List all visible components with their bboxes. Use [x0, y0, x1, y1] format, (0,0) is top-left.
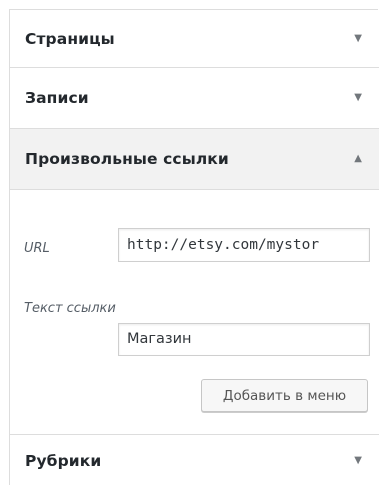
accordion-section-categories[interactable]: Рубрики ▼ [10, 434, 379, 485]
menu-items-accordion: Страницы ▼ Записи ▼ Произвольные ссылки … [9, 9, 379, 485]
url-input[interactable]: http://etsy.com/mystor [118, 228, 370, 262]
chevron-up-icon: ▲ [354, 153, 362, 164]
section-title-pages: Страницы [25, 29, 115, 48]
link-text-input[interactable]: Магазин [118, 323, 370, 356]
section-title-posts: Записи [25, 89, 89, 107]
add-to-menu-button[interactable]: Добавить в меню [201, 379, 368, 412]
section-title-custom-links: Произвольные ссылки [25, 150, 229, 168]
menu-items-frame: Страницы ▼ Записи ▼ Произвольные ссылки … [0, 0, 379, 485]
chevron-down-icon: ▼ [354, 32, 362, 44]
chevron-down-icon: ▼ [354, 454, 362, 466]
accordion-section-pages[interactable]: Страницы ▼ [10, 10, 379, 68]
url-label: URL [24, 241, 50, 256]
accordion-section-posts[interactable]: Записи ▼ [10, 68, 379, 129]
custom-links-body: URL http://etsy.com/mystor Текст ссылки … [10, 190, 379, 434]
section-title-categories: Рубрики [25, 451, 102, 470]
link-text-label: Текст ссылки [24, 301, 116, 316]
accordion-section-custom-links[interactable]: Произвольные ссылки ▲ [10, 129, 379, 190]
chevron-down-icon: ▼ [354, 92, 362, 103]
